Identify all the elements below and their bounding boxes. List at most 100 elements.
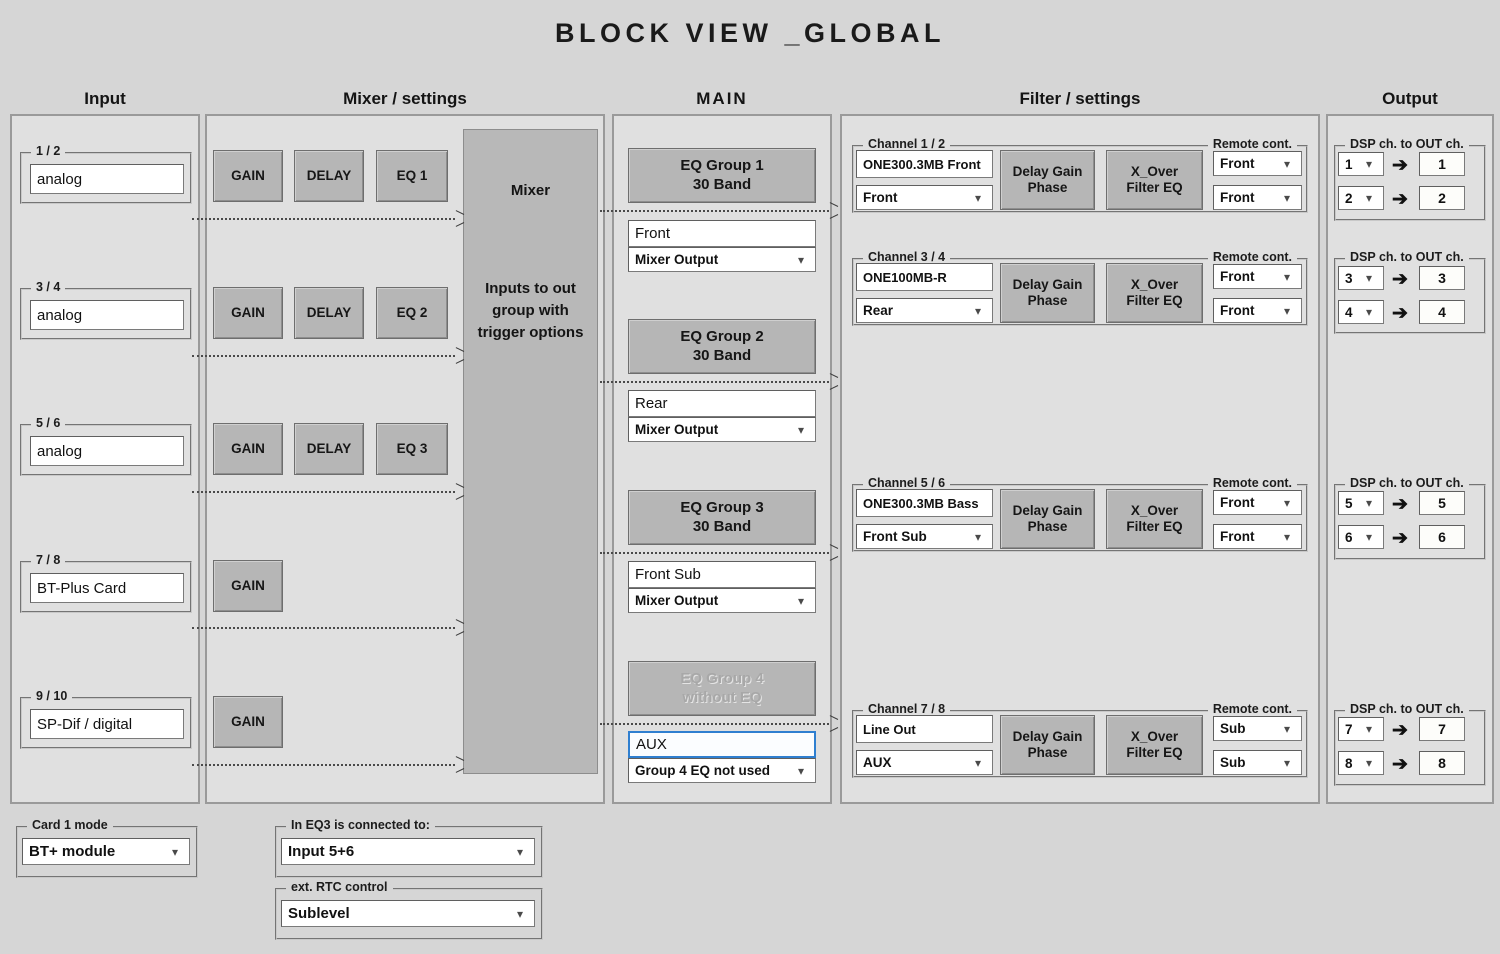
remote-value: Front — [1220, 156, 1255, 171]
eq3-connection-label: In EQ3 is connected to: — [286, 818, 435, 832]
input-field-1-2[interactable]: analog — [30, 164, 184, 194]
filter-speaker-5-6[interactable]: ONE300.3MB Bass — [856, 489, 993, 517]
remote-select-3b[interactable]: Front ▾ — [1213, 524, 1302, 549]
filter-speaker-7-8[interactable]: Line Out — [856, 715, 993, 743]
remote-select-4a[interactable]: Sub ▾ — [1213, 716, 1302, 741]
filter-speaker-3-4[interactable]: ONE100MB-R — [856, 263, 993, 291]
eq-group-name-1[interactable]: Front — [628, 220, 816, 247]
chevron-down-icon: ▾ — [797, 763, 805, 778]
gain-button-4[interactable]: GAIN — [213, 560, 283, 612]
filter-zone-7-8[interactable]: AUX ▾ — [856, 750, 993, 775]
dsp-select-4[interactable]: 4 ▾ — [1338, 300, 1384, 324]
card-mode-select[interactable]: BT+ module ▾ — [22, 838, 190, 865]
dsp-value: 7 — [1345, 721, 1353, 737]
connector-input-2 — [192, 350, 464, 361]
input-field-3-4[interactable]: analog — [30, 300, 184, 330]
out-channel-1: 1 — [1419, 152, 1465, 176]
delay-button-2[interactable]: DELAY — [294, 287, 364, 339]
filter-group-label: Channel 5 / 6 — [863, 476, 951, 490]
gain-button-2[interactable]: GAIN — [213, 287, 283, 339]
mixer-block[interactable]: Mixer Inputs to out group with trigger o… — [463, 129, 598, 774]
remote-value: Front — [1220, 529, 1255, 544]
eq-group-button-3[interactable]: EQ Group 3 30 Band — [628, 490, 816, 545]
connector-input-5 — [192, 759, 464, 770]
input-field-5-6[interactable]: analog — [30, 436, 184, 466]
gain-button-1[interactable]: GAIN — [213, 150, 283, 202]
filter-zone-5-6[interactable]: Front Sub ▾ — [856, 524, 993, 549]
out-channel-6: 6 — [1419, 525, 1465, 549]
chevron-down-icon: ▾ — [1365, 305, 1373, 319]
input-group-label: 9 / 10 — [31, 689, 73, 703]
eq-button-1[interactable]: EQ 1 — [376, 150, 448, 202]
eq-group-button-1[interactable]: EQ Group 1 30 Band — [628, 148, 816, 203]
eq-group-button-4: EQ Group 4 without EQ — [628, 661, 816, 716]
dsp-value: 2 — [1345, 190, 1353, 206]
xover-filter-eq-button-7-8[interactable]: X_Over Filter EQ — [1106, 715, 1203, 775]
delay-gain-phase-button-1-2[interactable]: Delay Gain Phase — [1000, 150, 1095, 210]
chevron-down-icon: ▾ — [974, 303, 982, 318]
map-arrow-icon: ➔ — [1392, 189, 1408, 210]
dsp-value: 3 — [1345, 270, 1353, 286]
xover-filter-eq-button-5-6[interactable]: X_Over Filter EQ — [1106, 489, 1203, 549]
connector-main-1 — [600, 205, 838, 216]
xover-filter-eq-button-3-4[interactable]: X_Over Filter EQ — [1106, 263, 1203, 323]
dsp-select-1[interactable]: 1 ▾ — [1338, 152, 1384, 176]
button-label-line1: X_Over — [1130, 163, 1179, 179]
dsp-select-8[interactable]: 8 ▾ — [1338, 751, 1384, 775]
column-header-output: Output — [1382, 89, 1438, 108]
ext-rtc-select[interactable]: Sublevel ▾ — [281, 900, 535, 927]
eq-group-source-value: Mixer Output — [635, 593, 719, 608]
eq-group-source-2[interactable]: Mixer Output ▾ — [628, 417, 816, 442]
dsp-select-6[interactable]: 6 ▾ — [1338, 525, 1384, 549]
input-field-7-8[interactable]: BT-Plus Card — [30, 573, 184, 603]
input-group-label: 1 / 2 — [31, 144, 66, 158]
out-channel-3: 3 — [1419, 266, 1465, 290]
filter-zone-1-2[interactable]: Front ▾ — [856, 185, 993, 210]
eq-button-3[interactable]: EQ 3 — [376, 423, 448, 475]
filter-speaker-1-2[interactable]: ONE300.3MB Front — [856, 150, 993, 178]
dsp-select-5[interactable]: 5 ▾ — [1338, 491, 1384, 515]
eq-group-label-line1: EQ Group 3 — [680, 499, 764, 517]
eq-button-2[interactable]: EQ 2 — [376, 287, 448, 339]
delay-button-1[interactable]: DELAY — [294, 150, 364, 202]
dsp-value: 1 — [1345, 156, 1353, 172]
input-group-label: 5 / 6 — [31, 416, 66, 430]
eq-group-label-line2: without EQ — [682, 688, 762, 706]
delay-gain-phase-button-5-6[interactable]: Delay Gain Phase — [1000, 489, 1095, 549]
map-arrow-icon: ➔ — [1392, 720, 1408, 741]
remote-select-4b[interactable]: Sub ▾ — [1213, 750, 1302, 775]
out-channel-7: 7 — [1419, 717, 1465, 741]
chevron-down-icon: ▾ — [516, 906, 524, 921]
connector-input-3 — [192, 486, 464, 497]
eq-group-source-3[interactable]: Mixer Output ▾ — [628, 588, 816, 613]
filter-zone-3-4[interactable]: Rear ▾ — [856, 298, 993, 323]
delay-gain-phase-button-3-4[interactable]: Delay Gain Phase — [1000, 263, 1095, 323]
eq-group-button-2[interactable]: EQ Group 2 30 Band — [628, 319, 816, 374]
gain-button-3[interactable]: GAIN — [213, 423, 283, 475]
eq3-connection-select[interactable]: Input 5+6 ▾ — [281, 838, 535, 865]
dsp-select-2[interactable]: 2 ▾ — [1338, 186, 1384, 210]
page-title: BLOCK VIEW _GLOBAL — [555, 18, 945, 48]
delay-gain-phase-button-7-8[interactable]: Delay Gain Phase — [1000, 715, 1095, 775]
mixer-block-description: Inputs to out group with trigger options — [477, 280, 584, 341]
remote-select-1b[interactable]: Front ▾ — [1213, 185, 1302, 210]
gain-button-5[interactable]: GAIN — [213, 696, 283, 748]
eq-group-name-4[interactable]: AUX — [628, 731, 816, 758]
eq-group-name-3[interactable]: Front Sub — [628, 561, 816, 588]
dsp-select-7[interactable]: 7 ▾ — [1338, 717, 1384, 741]
dsp-select-3[interactable]: 3 ▾ — [1338, 266, 1384, 290]
card-mode-label: Card 1 mode — [27, 818, 113, 832]
output-group-label: DSP ch. to OUT ch. — [1345, 250, 1469, 264]
remote-select-1a[interactable]: Front ▾ — [1213, 151, 1302, 176]
input-field-9-10[interactable]: SP-Dif / digital — [30, 709, 184, 739]
remote-control-label: Remote cont. — [1207, 476, 1297, 490]
eq-group-source-1[interactable]: Mixer Output ▾ — [628, 247, 816, 272]
delay-button-3[interactable]: DELAY — [294, 423, 364, 475]
eq-group-name-2[interactable]: Rear — [628, 390, 816, 417]
xover-filter-eq-button-1-2[interactable]: X_Over Filter EQ — [1106, 150, 1203, 210]
eq-group-source-4[interactable]: Group 4 EQ not used ▾ — [628, 758, 816, 783]
remote-select-2a[interactable]: Front ▾ — [1213, 264, 1302, 289]
remote-select-3a[interactable]: Front ▾ — [1213, 490, 1302, 515]
column-header-filter: Filter / settings — [1019, 89, 1141, 108]
remote-select-2b[interactable]: Front ▾ — [1213, 298, 1302, 323]
